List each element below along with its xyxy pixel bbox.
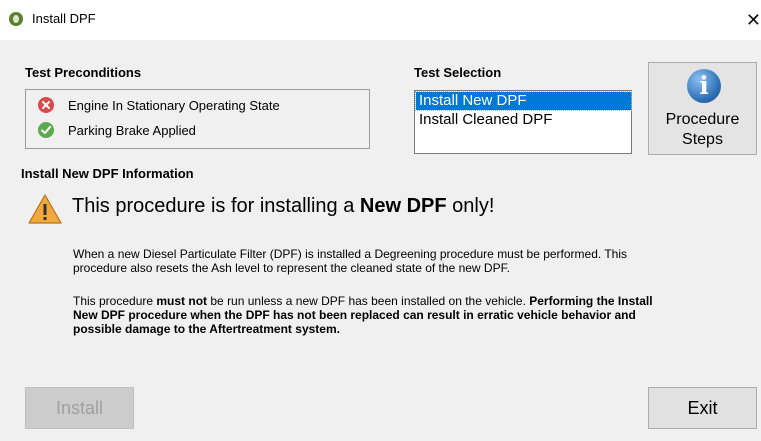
close-icon[interactable]: ✕ [739,6,761,34]
headline-emphasis: New DPF [359,195,447,217]
preconditions-heading: Test Preconditions [25,65,142,80]
test-selection-heading: Test Selection [414,65,502,80]
title-bar: Install DPF ✕ [0,0,761,40]
window-title: Install DPF [32,11,96,26]
exit-button[interactable]: Exit [648,387,757,429]
info-heading: Install New DPF Information [21,166,194,181]
preconditions-list: Engine In Stationary Operating State Par… [25,89,370,149]
info-icon: i [687,69,721,103]
error-icon [38,97,54,113]
info-headline: This procedure is for installing a New D… [72,195,495,217]
list-item-install-cleaned-dpf[interactable]: Install Cleaned DPF [416,111,631,129]
app-icon [9,12,23,26]
test-selection-listbox[interactable]: Install New DPF Install Cleaned DPF [414,90,632,154]
procedure-button-label-line2: Steps [682,131,723,148]
list-item-install-new-dpf[interactable]: Install New DPF [415,91,632,111]
procedure-steps-button[interactable]: i Procedure Steps [648,62,757,155]
procedure-button-label-line1: Procedure [665,111,740,128]
install-button[interactable]: Install [25,387,134,429]
info-paragraph-1: When a new Diesel Particulate Filter (DP… [73,247,628,275]
info-paragraph-2: This procedure must not be run unless a … [73,294,653,336]
check-icon [38,122,54,138]
precondition-label: Engine In Stationary Operating State [68,98,280,113]
install-dpf-window: Install DPF ✕ Test Preconditions Engine … [0,0,761,441]
dialog-content: Test Preconditions Engine In Stationary … [0,40,761,441]
precondition-label: Parking Brake Applied [68,123,196,138]
warning-icon [28,194,62,224]
